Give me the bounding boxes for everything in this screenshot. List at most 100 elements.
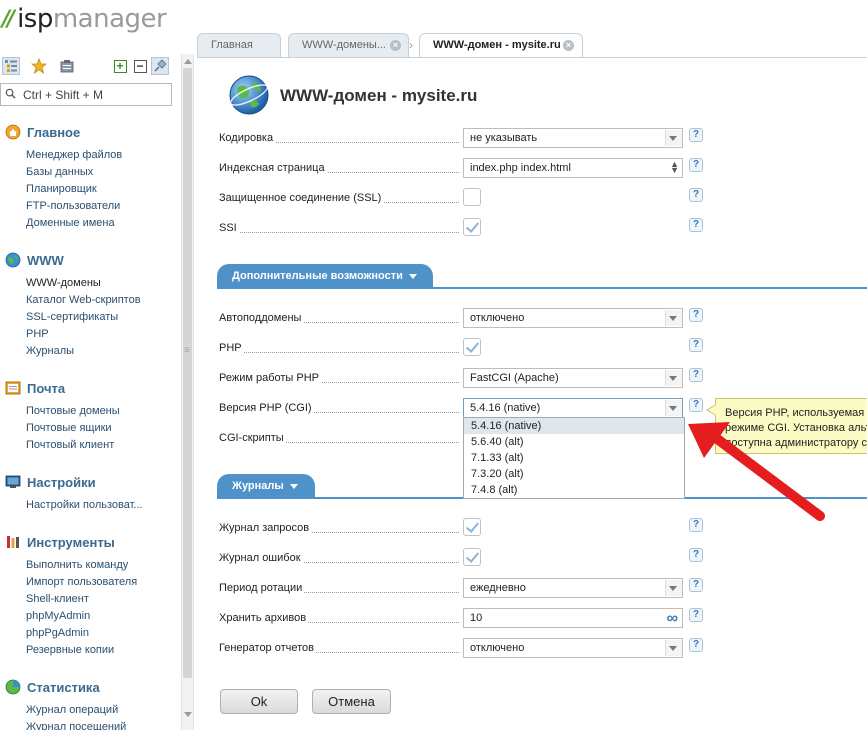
sidebar-item-phppgadmin[interactable]: phpPgAdmin bbox=[0, 625, 181, 642]
sidebar-item-ssl-certs[interactable]: SSL-сертификаты bbox=[0, 309, 181, 326]
collapse-all-icon[interactable]: − bbox=[131, 57, 149, 75]
sidebar-section-header[interactable]: Настройки bbox=[0, 473, 181, 491]
close-tab-icon[interactable]: × bbox=[563, 40, 574, 51]
sidebar-section-header[interactable]: Инструменты bbox=[0, 533, 181, 551]
access-log-checkbox[interactable] bbox=[463, 518, 481, 536]
php-version-select[interactable]: 5.4.16 (native) bbox=[463, 398, 683, 418]
scroll-thumb[interactable] bbox=[183, 68, 192, 678]
php-checkbox[interactable] bbox=[463, 338, 481, 356]
clipboard-icon[interactable] bbox=[58, 57, 76, 75]
help-icon[interactable]: ? bbox=[689, 218, 703, 232]
dropdown-option[interactable]: 7.1.33 (alt) bbox=[464, 450, 684, 466]
chevron-down-icon bbox=[669, 586, 677, 591]
chevron-down-icon bbox=[669, 376, 677, 381]
help-icon[interactable]: ? bbox=[689, 578, 703, 592]
sidebar-item-phpmyadmin[interactable]: phpMyAdmin bbox=[0, 608, 181, 625]
pie-chart-icon bbox=[4, 678, 22, 696]
chevron-down-icon bbox=[669, 136, 677, 141]
tree-view-icon[interactable] bbox=[2, 57, 20, 75]
field-ssi: SSI ? bbox=[219, 218, 719, 240]
dropdown-option[interactable]: 5.6.40 (alt) bbox=[464, 434, 684, 450]
index-page-input[interactable]: index.php index.html ▲ ▼ bbox=[463, 158, 683, 178]
help-icon[interactable]: ? bbox=[689, 188, 703, 202]
sidebar-item-run-command[interactable]: Выполнить команду bbox=[0, 557, 181, 574]
sidebar-item-backups[interactable]: Резервные копии bbox=[0, 642, 181, 659]
sidebar-section-header[interactable]: Главное bbox=[0, 123, 181, 141]
field-ssl: Защищенное соединение (SSL) ? bbox=[219, 188, 719, 210]
dropdown-option[interactable]: 7.3.20 (alt) bbox=[464, 466, 684, 482]
sidebar-search[interactable] bbox=[0, 83, 172, 106]
report-generator-select[interactable]: отключено bbox=[463, 638, 683, 658]
field-error-log: Журнал ошибок ? bbox=[219, 548, 719, 570]
php-mode-select[interactable]: FastCGI (Apache) bbox=[463, 368, 683, 388]
error-log-checkbox[interactable] bbox=[463, 548, 481, 566]
sidebar-item-shell-client[interactable]: Shell-клиент bbox=[0, 591, 181, 608]
app-root: // ispmanager + − Ctrl + Shift + M Главн… bbox=[0, 0, 867, 730]
sidebar-item-php[interactable]: PHP bbox=[0, 326, 181, 343]
favorites-star-icon[interactable] bbox=[30, 57, 48, 75]
sidebar-section-header[interactable]: Статистика bbox=[0, 678, 181, 696]
sidebar-section-header[interactable]: WWW bbox=[0, 251, 181, 269]
field-keep-archives: Хранить архивов 10 ∞ ? bbox=[219, 608, 719, 630]
section-logs-header[interactable]: Журналы bbox=[217, 474, 315, 498]
sidebar-scrollbar[interactable] bbox=[181, 54, 194, 730]
help-icon[interactable]: ? bbox=[689, 308, 703, 322]
tab-www-domains[interactable]: WWW-домены... × bbox=[288, 33, 409, 57]
help-icon[interactable]: ? bbox=[689, 368, 703, 382]
sidebar-item-mail-client[interactable]: Почтовый клиент bbox=[0, 437, 181, 454]
scroll-down-icon[interactable] bbox=[184, 712, 192, 717]
dropdown-option[interactable]: 7.4.8 (alt) bbox=[464, 482, 684, 498]
monitor-settings-icon bbox=[4, 473, 22, 491]
sidebar-item-www-domains[interactable]: WWW-домены bbox=[0, 275, 181, 292]
field-php: PHP ? bbox=[219, 338, 719, 360]
pin-icon[interactable] bbox=[151, 57, 169, 75]
autosubdomains-select[interactable]: отключено bbox=[463, 308, 683, 328]
field-autosubdomains: Автоподдомены отключено ? bbox=[219, 308, 719, 330]
chevron-down-icon bbox=[289, 483, 298, 489]
sidebar-item-logs[interactable]: Журналы bbox=[0, 343, 181, 360]
help-icon[interactable]: ? bbox=[689, 638, 703, 652]
sidebar-item-user-settings[interactable]: Настройки пользоват... bbox=[0, 497, 181, 514]
section-extra-header[interactable]: Дополнительные возможности bbox=[217, 264, 433, 288]
infinity-icon[interactable]: ∞ bbox=[667, 610, 678, 628]
sidebar-item-databases[interactable]: Базы данных bbox=[0, 164, 181, 181]
sidebar: // ispmanager + − Ctrl + Shift + M Главн… bbox=[0, 0, 181, 730]
help-icon[interactable]: ? bbox=[689, 338, 703, 352]
tab-home[interactable]: Главная bbox=[197, 33, 281, 57]
php-version-dropdown: 5.4.16 (native) 5.6.40 (alt) 7.1.33 (alt… bbox=[463, 417, 685, 499]
scroll-up-icon[interactable] bbox=[184, 59, 192, 64]
sidebar-item-ftp-users[interactable]: FTP-пользователи bbox=[0, 198, 181, 215]
ok-button[interactable]: Ok bbox=[220, 689, 298, 714]
cancel-button[interactable]: Отмена bbox=[312, 689, 391, 714]
sidebar-item-scheduler[interactable]: Планировщик bbox=[0, 181, 181, 198]
sidebar-item-import-user[interactable]: Импорт пользователя bbox=[0, 574, 181, 591]
red-annotation-arrow-icon bbox=[688, 422, 825, 521]
spinner-icon[interactable]: ▲ ▼ bbox=[670, 160, 679, 175]
keep-archives-input[interactable]: 10 ∞ bbox=[463, 608, 683, 628]
ssl-checkbox[interactable] bbox=[463, 188, 481, 206]
encoding-select[interactable]: не указывать bbox=[463, 128, 683, 148]
sidebar-resize-handle[interactable]: ≡ bbox=[184, 345, 190, 356]
sidebar-item-operations-log[interactable]: Журнал операций bbox=[0, 702, 181, 719]
help-icon[interactable]: ? bbox=[689, 608, 703, 622]
expand-all-icon[interactable]: + bbox=[111, 57, 129, 75]
dropdown-option[interactable]: 5.4.16 (native) bbox=[464, 418, 684, 434]
chevron-down-icon bbox=[669, 316, 677, 321]
sidebar-item-web-scripts[interactable]: Каталог Web-скриптов bbox=[0, 292, 181, 309]
sidebar-item-file-manager[interactable]: Менеджер файлов bbox=[0, 147, 181, 164]
help-icon[interactable]: ? bbox=[689, 548, 703, 562]
tab-www-domain-edit[interactable]: WWW-домен - mysite.ru × bbox=[419, 33, 583, 58]
sidebar-item-domain-names[interactable]: Доменные имена bbox=[0, 215, 181, 232]
close-tab-icon[interactable]: × bbox=[390, 40, 401, 51]
sidebar-section-header[interactable]: Почта bbox=[0, 379, 181, 397]
search-input[interactable] bbox=[23, 87, 168, 102]
help-icon[interactable]: ? bbox=[689, 158, 703, 172]
www-globe-icon bbox=[229, 75, 269, 115]
sidebar-item-visits-log[interactable]: Журнал посещений bbox=[0, 719, 181, 730]
sidebar-toolbar: + − bbox=[0, 55, 181, 77]
ssi-checkbox[interactable] bbox=[463, 218, 481, 236]
rotation-select[interactable]: ежедневно bbox=[463, 578, 683, 598]
sidebar-item-mailboxes[interactable]: Почтовые ящики bbox=[0, 420, 181, 437]
sidebar-item-mail-domains[interactable]: Почтовые домены bbox=[0, 403, 181, 420]
help-icon[interactable]: ? bbox=[689, 128, 703, 142]
